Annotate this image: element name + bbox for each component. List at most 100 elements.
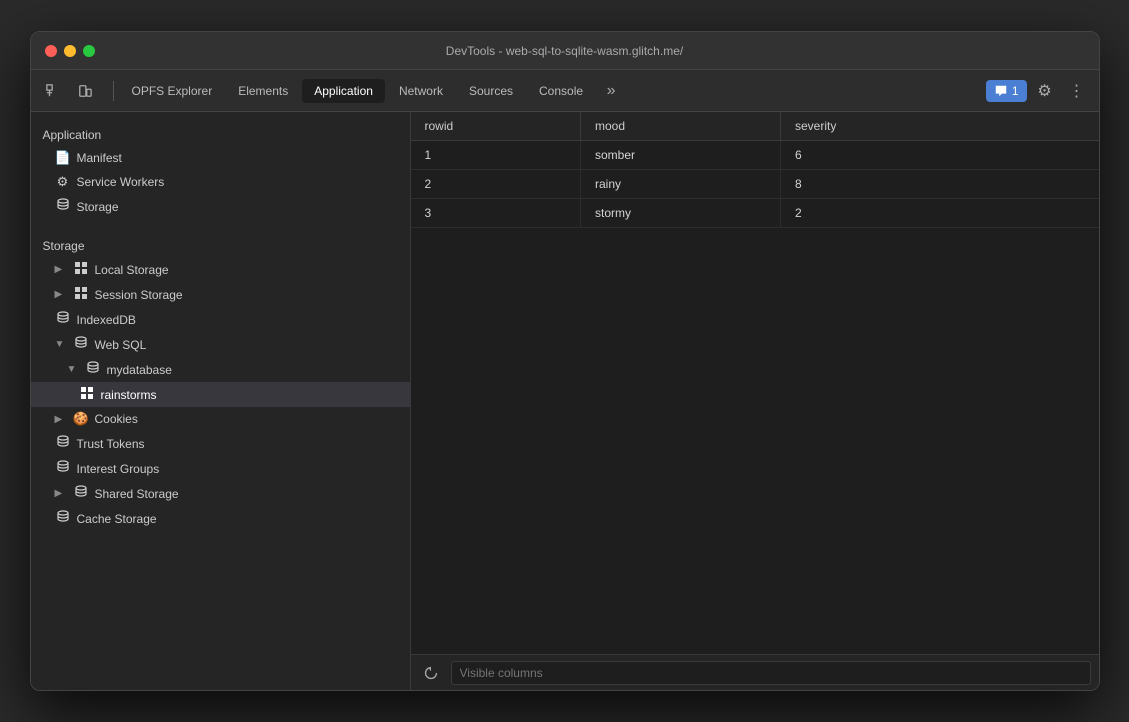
sidebar-item-trust-tokens-label: Trust Tokens	[77, 437, 145, 451]
doc-icon: 📄	[55, 150, 71, 166]
table-row[interactable]: 2rainy8	[411, 170, 1099, 199]
sidebar-item-cache-storage-label: Cache Storage	[77, 512, 157, 526]
tab-elements[interactable]: Elements	[226, 79, 300, 103]
chat-badge-button[interactable]: 1	[986, 80, 1027, 102]
sidebar-item-interest-groups[interactable]: Interest Groups	[31, 456, 410, 481]
sidebar-item-mydatabase-label: mydatabase	[107, 363, 172, 377]
sidebar-item-storage-label: Storage	[77, 200, 119, 214]
device-icon	[78, 84, 92, 98]
cell-severity: 8	[781, 170, 1099, 199]
cookies-arrow: ▶	[55, 414, 67, 425]
data-table: rowid mood severity 1somber62rainy83stor…	[411, 112, 1099, 228]
db-icon	[55, 198, 71, 215]
refresh-button[interactable]	[419, 661, 443, 685]
table-body: 1somber62rainy83stormy2	[411, 141, 1099, 228]
sidebar-item-session-storage-label: Session Storage	[95, 288, 183, 302]
inspect-button[interactable]	[39, 77, 67, 105]
cell-mood: rainy	[581, 170, 781, 199]
cell-rowid: 1	[411, 141, 581, 170]
tab-divider	[113, 81, 114, 101]
traffic-lights	[45, 45, 95, 57]
shared-storage-arrow: ▶	[55, 488, 67, 499]
badge-count: 1	[1012, 84, 1019, 98]
sidebar: Application 📄 Manifest ⚙ Service Workers	[31, 112, 411, 690]
rainstorms-grid-icon	[79, 386, 95, 403]
cell-severity: 6	[781, 141, 1099, 170]
sidebar-item-storage-app[interactable]: Storage	[31, 194, 410, 219]
bottom-bar	[411, 654, 1099, 690]
col-header-mood[interactable]: mood	[581, 112, 781, 141]
mydatabase-icon	[85, 361, 101, 378]
sidebar-item-local-storage[interactable]: ▶ Local Storage	[31, 257, 410, 282]
content-panel: rowid mood severity 1somber62rainy83stor…	[411, 112, 1099, 690]
cell-severity: 2	[781, 199, 1099, 228]
visible-columns-input[interactable]	[451, 661, 1091, 685]
sidebar-item-rainstorms[interactable]: rainstorms	[31, 382, 410, 407]
cell-mood: somber	[581, 141, 781, 170]
devtools-window: DevTools - web-sql-to-sqlite-wasm.glitch…	[30, 31, 1100, 691]
sidebar-item-trust-tokens[interactable]: Trust Tokens	[31, 431, 410, 456]
sidebar-item-cache-storage[interactable]: Cache Storage	[31, 506, 410, 531]
tab-sources[interactable]: Sources	[457, 79, 525, 103]
inspect-icon	[46, 84, 60, 98]
tab-network[interactable]: Network	[387, 79, 455, 103]
col-header-severity[interactable]: severity	[781, 112, 1099, 141]
sidebar-item-indexeddb[interactable]: IndexedDB	[31, 307, 410, 332]
storage-section-label: Storage	[31, 231, 410, 257]
cell-rowid: 2	[411, 170, 581, 199]
tab-bar: OPFS Explorer Elements Application Netwo…	[31, 70, 1099, 112]
sidebar-item-service-workers-label: Service Workers	[77, 175, 165, 189]
sidebar-item-manifest-label: Manifest	[77, 151, 122, 165]
cell-rowid: 3	[411, 199, 581, 228]
cache-storage-icon	[55, 510, 71, 527]
sidebar-item-web-sql-label: Web SQL	[95, 338, 147, 352]
tab-opfs[interactable]: OPFS Explorer	[120, 79, 225, 103]
sidebar-item-rainstorms-label: rainstorms	[101, 388, 157, 402]
interest-groups-icon	[55, 460, 71, 477]
table-row[interactable]: 1somber6	[411, 141, 1099, 170]
session-storage-arrow: ▶	[55, 289, 67, 300]
application-section-label: Application	[31, 120, 410, 146]
close-button[interactable]	[45, 45, 57, 57]
web-sql-arrow: ▼	[55, 339, 67, 350]
col-header-rowid[interactable]: rowid	[411, 112, 581, 141]
sidebar-item-web-sql[interactable]: ▼ Web SQL	[31, 332, 410, 357]
sidebar-item-mydatabase[interactable]: ▼ mydatabase	[31, 357, 410, 382]
table-header-row: rowid mood severity	[411, 112, 1099, 141]
sidebar-item-service-workers[interactable]: ⚙ Service Workers	[31, 170, 410, 194]
local-storage-grid-icon	[73, 261, 89, 278]
chat-icon	[994, 84, 1008, 98]
indexeddb-icon	[55, 311, 71, 328]
minimize-button[interactable]	[64, 45, 76, 57]
cookies-icon: 🍪	[73, 411, 89, 427]
tab-console[interactable]: Console	[527, 79, 595, 103]
settings-button[interactable]: ⚙	[1031, 77, 1059, 105]
window-title: DevTools - web-sql-to-sqlite-wasm.glitch…	[446, 44, 683, 58]
table-container: rowid mood severity 1somber62rainy83stor…	[411, 112, 1099, 654]
cell-mood: stormy	[581, 199, 781, 228]
tab-controls	[39, 77, 99, 105]
sidebar-item-manifest[interactable]: 📄 Manifest	[31, 146, 410, 170]
sidebar-item-shared-storage[interactable]: ▶ Shared Storage	[31, 481, 410, 506]
maximize-button[interactable]	[83, 45, 95, 57]
sidebar-item-interest-groups-label: Interest Groups	[77, 462, 160, 476]
table-row[interactable]: 3stormy2	[411, 199, 1099, 228]
main-content: Application 📄 Manifest ⚙ Service Workers	[31, 112, 1099, 690]
shared-storage-icon	[73, 485, 89, 502]
refresh-icon	[424, 666, 438, 680]
title-bar: DevTools - web-sql-to-sqlite-wasm.glitch…	[31, 32, 1099, 70]
mydatabase-arrow: ▼	[67, 364, 79, 375]
more-options-button[interactable]: ⋮	[1063, 77, 1091, 105]
sidebar-item-cookies[interactable]: ▶ 🍪 Cookies	[31, 407, 410, 431]
tab-right-controls: 1 ⚙ ⋮	[986, 77, 1091, 105]
web-sql-icon	[73, 336, 89, 353]
gear-icon: ⚙	[55, 174, 71, 190]
tab-application[interactable]: Application	[302, 79, 385, 103]
sidebar-item-session-storage[interactable]: ▶ Session Storage	[31, 282, 410, 307]
sidebar-item-shared-storage-label: Shared Storage	[95, 487, 179, 501]
device-toggle-button[interactable]	[71, 77, 99, 105]
sidebar-item-local-storage-label: Local Storage	[95, 263, 169, 277]
more-tabs-button[interactable]: »	[597, 77, 625, 105]
session-storage-grid-icon	[73, 286, 89, 303]
local-storage-arrow: ▶	[55, 264, 67, 275]
